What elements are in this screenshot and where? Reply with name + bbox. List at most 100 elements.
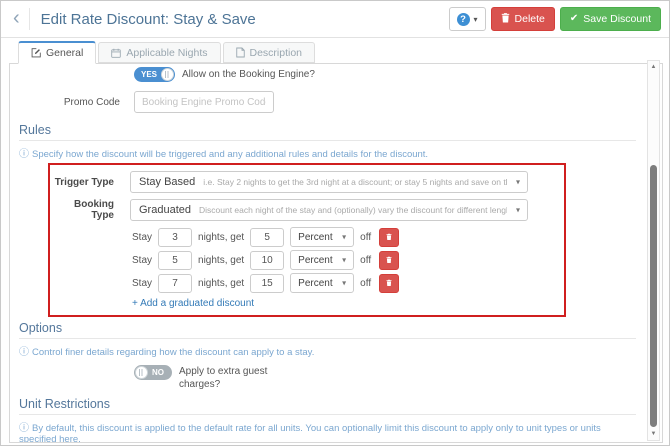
toggle-knob	[135, 366, 148, 379]
amount-input-2[interactable]	[250, 251, 284, 270]
page-title: Edit Rate Discount: Stay & Save	[41, 11, 256, 28]
chevron-down-icon: ▾	[474, 15, 478, 24]
booking-engine-toggle-label: Allow on the Booking Engine?	[182, 69, 315, 80]
calendar-icon	[111, 48, 121, 58]
tab-general-label: General	[46, 47, 83, 59]
delete-button-label: Delete	[515, 13, 545, 25]
off-label: off	[360, 255, 371, 266]
scrollbar-down-arrow-icon[interactable]: ▼	[648, 431, 659, 437]
info-icon: ⓘ	[19, 149, 29, 160]
graduated-row-2: Stay nights, get Percent ▾ off	[132, 250, 564, 270]
info-icon: ⓘ	[19, 423, 29, 434]
booking-type-select[interactable]: Graduated Discount each night of the sta…	[130, 199, 528, 221]
edit-rate-discount-page: { "window": { "back_icon": "‹", "title":…	[0, 0, 670, 446]
save-discount-button[interactable]: ✔ Save Discount	[560, 7, 661, 31]
unit-restrictions-info: ⓘBy default, this discount is applied to…	[19, 419, 636, 443]
delete-button[interactable]: Delete	[491, 7, 555, 31]
unit-restrictions-heading: Unit Restrictions	[19, 397, 636, 411]
promo-code-label: Promo Code	[12, 97, 120, 108]
info-icon: ⓘ	[19, 347, 29, 358]
nights-input-2[interactable]	[158, 251, 192, 270]
nights-get-label: nights, get	[198, 232, 244, 243]
rules-info: ⓘSpecify how the discount will be trigge…	[19, 145, 636, 160]
rules-divider	[19, 140, 636, 141]
booking-type-hint: Discount each night of the stay and (opt…	[199, 205, 507, 215]
graduated-row-3: Stay nights, get Percent ▾ off	[132, 273, 564, 293]
trigger-type-label: Trigger Type	[50, 177, 114, 188]
amount-input-1[interactable]	[250, 228, 284, 247]
chevron-down-icon: ▾	[342, 256, 346, 265]
question-icon: ?	[457, 13, 470, 26]
tab-content-general: YES Allow on the Booking Engine? Promo C…	[9, 63, 663, 443]
extra-guest-row: NO Apply to extra guest charges?	[12, 365, 636, 391]
file-icon	[236, 47, 245, 58]
stay-label: Stay	[132, 232, 152, 243]
booking-engine-toggle[interactable]: YES	[134, 67, 175, 82]
remove-row-button-1[interactable]	[379, 228, 399, 247]
chevron-down-icon: ▾	[516, 206, 520, 215]
tab-description-label: Description	[250, 47, 303, 59]
edit-icon	[31, 48, 41, 58]
chevron-down-icon: ▾	[342, 279, 346, 288]
tab-applicable-nights-label: Applicable Nights	[126, 47, 207, 59]
tab-applicable-nights[interactable]: Applicable Nights	[98, 42, 220, 63]
scrollbar-thumb[interactable]	[650, 165, 657, 427]
trigger-type-row: Trigger Type Stay Based i.e. Stay 2 nigh…	[50, 171, 564, 193]
back-chevron-icon[interactable]: ‹	[9, 8, 29, 31]
page-header: ‹ Edit Rate Discount: Stay & Save ? ▾ De…	[1, 1, 669, 38]
unit-restrictions-divider	[19, 414, 636, 415]
unit-select-3[interactable]: Percent ▾	[290, 273, 354, 293]
nights-input-3[interactable]	[158, 274, 192, 293]
vertical-scrollbar[interactable]: ▲ ▼	[647, 60, 660, 441]
unit-select-1[interactable]: Percent ▾	[290, 227, 354, 247]
add-graduated-discount-link[interactable]: + Add a graduated discount	[132, 298, 254, 309]
remove-row-button-3[interactable]	[379, 274, 399, 293]
unit-select-value: Percent	[298, 278, 332, 289]
promo-code-input[interactable]	[134, 91, 274, 113]
rules-heading: Rules	[19, 123, 636, 137]
trigger-type-select[interactable]: Stay Based i.e. Stay 2 nights to get the…	[130, 171, 528, 193]
stay-label: Stay	[132, 255, 152, 266]
tab-general[interactable]: General	[18, 41, 96, 64]
trigger-type-hint: i.e. Stay 2 nights to get the 3rd night …	[203, 177, 507, 187]
discount-panel: General Applicable Nights Description YE…	[9, 41, 663, 443]
off-label: off	[360, 232, 371, 243]
tab-strip: General Applicable Nights Description	[9, 41, 663, 63]
nights-get-label: nights, get	[198, 278, 244, 289]
tab-description[interactable]: Description	[223, 42, 316, 63]
options-heading: Options	[19, 321, 636, 335]
trigger-type-value: Stay Based	[139, 176, 195, 188]
options-info: ⓘControl finer details regarding how the…	[19, 343, 636, 358]
annotation-highlight-box: Trigger Type Stay Based i.e. Stay 2 nigh…	[48, 163, 566, 317]
toggle-no-label: NO	[152, 368, 164, 377]
extra-guest-toggle[interactable]: NO	[134, 365, 172, 380]
trash-icon	[386, 278, 392, 288]
chevron-down-icon: ▾	[342, 233, 346, 242]
help-menu-button[interactable]: ? ▾	[449, 7, 486, 31]
trash-icon	[501, 13, 510, 26]
check-icon: ✔	[570, 14, 578, 24]
stay-label: Stay	[132, 278, 152, 289]
unit-select-2[interactable]: Percent ▾	[290, 250, 354, 270]
unit-select-value: Percent	[298, 255, 332, 266]
remove-row-button-2[interactable]	[379, 251, 399, 270]
unit-select-value: Percent	[298, 232, 332, 243]
amount-input-3[interactable]	[250, 274, 284, 293]
booking-engine-row: YES Allow on the Booking Engine?	[12, 67, 636, 82]
chevron-down-icon: ▾	[516, 178, 520, 187]
save-button-label: Save Discount	[583, 13, 651, 25]
header-divider	[29, 8, 30, 30]
booking-type-value: Graduated	[139, 204, 191, 216]
nights-input-1[interactable]	[158, 228, 192, 247]
toggle-yes-label: YES	[141, 70, 157, 79]
extra-guest-toggle-label: Apply to extra guest charges?	[179, 365, 275, 391]
graduated-row-1: Stay nights, get Percent ▾ off	[132, 227, 564, 247]
booking-type-label: Booking Type	[50, 199, 114, 221]
off-label: off	[360, 278, 371, 289]
toggle-knob	[161, 68, 174, 81]
header-actions: ? ▾ Delete ✔ Save Discount	[449, 7, 661, 31]
booking-type-row: Booking Type Graduated Discount each nig…	[50, 199, 564, 221]
scrollbar-up-arrow-icon[interactable]: ▲	[648, 64, 659, 70]
trash-icon	[386, 232, 392, 242]
promo-code-row: Promo Code	[12, 91, 636, 113]
